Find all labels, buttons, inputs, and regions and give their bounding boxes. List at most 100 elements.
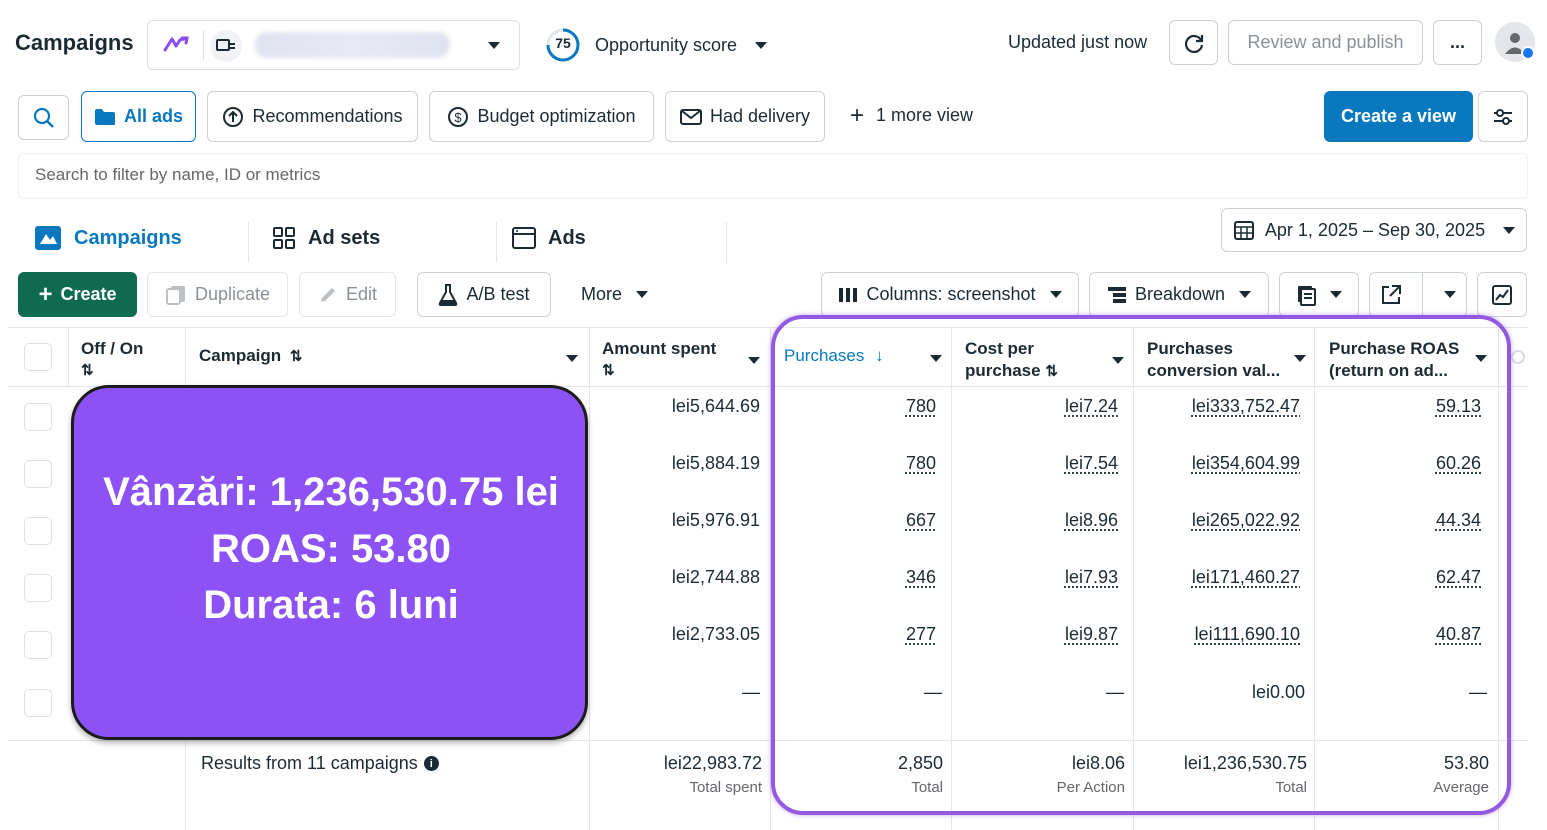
tab-ad-sets[interactable]: Ad sets bbox=[272, 218, 380, 258]
chevron-down-icon bbox=[1443, 291, 1456, 298]
totals-label-text: Results from 11 campaigns bbox=[201, 753, 418, 773]
folder-icon bbox=[94, 108, 116, 126]
view-had-delivery[interactable]: Had delivery bbox=[665, 91, 825, 142]
header-off-on[interactable]: Off / On ⇅ bbox=[81, 338, 143, 382]
overlay-sales-text: Vânzări: 1,236,530.75 lei bbox=[103, 470, 559, 514]
row-checkbox[interactable] bbox=[24, 631, 52, 659]
opportunity-score-value: 75 bbox=[555, 35, 571, 51]
svg-text:$: $ bbox=[455, 110, 463, 125]
sort-icon: ⇅ bbox=[602, 362, 615, 379]
ad-window-icon bbox=[512, 227, 536, 249]
envelope-icon bbox=[679, 108, 702, 126]
view-all-ads[interactable]: All ads bbox=[81, 91, 196, 142]
chevron-down-icon[interactable] bbox=[748, 357, 760, 364]
grid-icon bbox=[272, 226, 296, 250]
export-button[interactable] bbox=[1369, 272, 1467, 317]
overlay-roas-text: ROAS: 53.80 bbox=[210, 527, 452, 571]
tab-ads[interactable]: Ads bbox=[512, 218, 586, 258]
create-button[interactable]: + Create bbox=[18, 272, 137, 317]
more-actions-button[interactable]: More bbox=[581, 284, 649, 305]
chevron-down-icon[interactable] bbox=[488, 42, 500, 49]
ab-test-button[interactable]: A/B test bbox=[417, 272, 551, 317]
more-actions-label: More bbox=[581, 284, 623, 304]
row-checkbox[interactable] bbox=[24, 689, 52, 717]
cell-amount-spent: lei5,976.91 bbox=[671, 510, 760, 530]
cell-amount-spent: lei5,884.19 bbox=[671, 453, 760, 473]
chevron-down-icon bbox=[636, 291, 649, 298]
row-checkbox[interactable] bbox=[24, 574, 52, 602]
edit-label: Edit bbox=[345, 284, 378, 304]
trend-chart-icon bbox=[1491, 284, 1513, 306]
ab-test-label: A/B test bbox=[466, 284, 530, 304]
chevron-down-icon[interactable] bbox=[755, 42, 767, 49]
columns-label: Columns: screenshot bbox=[866, 284, 1036, 304]
tab-label: Ad sets bbox=[308, 226, 381, 249]
arrow-up-circle-icon bbox=[222, 106, 244, 128]
chevron-down-icon bbox=[1503, 226, 1516, 234]
calendar-icon bbox=[1233, 219, 1255, 241]
chevron-down-icon[interactable] bbox=[566, 355, 578, 362]
tab-divider bbox=[248, 222, 249, 262]
search-placeholder: Search to filter by name, ID or metrics bbox=[35, 165, 321, 184]
search-button[interactable] bbox=[18, 95, 69, 140]
cell-amount-spent: lei2,733.05 bbox=[671, 624, 760, 644]
dollar-circle-icon: $ bbox=[447, 106, 469, 128]
header-amount-spent[interactable]: Amount spent ⇅ bbox=[602, 338, 716, 382]
page-title: Campaigns bbox=[15, 30, 134, 55]
view-budget-optimization[interactable]: $ Budget optimization bbox=[429, 91, 654, 142]
flask-icon bbox=[438, 283, 458, 306]
plus-icon: + bbox=[850, 101, 865, 129]
duplicate-button[interactable]: Duplicate bbox=[147, 272, 288, 317]
charts-button[interactable] bbox=[1477, 272, 1527, 317]
view-label: Recommendations bbox=[252, 106, 403, 126]
view-recommendations[interactable]: Recommendations bbox=[207, 91, 418, 142]
view-settings-button[interactable] bbox=[1478, 91, 1528, 142]
row-checkbox[interactable] bbox=[24, 517, 52, 545]
tab-divider bbox=[496, 222, 497, 262]
facebook-badge-icon bbox=[1521, 46, 1535, 60]
sliders-icon bbox=[1492, 108, 1514, 126]
more-options-button[interactable]: ... bbox=[1433, 20, 1482, 65]
meta-ads-icon bbox=[163, 35, 189, 53]
duplicate-label: Duplicate bbox=[194, 284, 271, 304]
edit-button[interactable]: Edit bbox=[299, 272, 396, 317]
sort-icon: ⇅ bbox=[289, 348, 303, 365]
total-amount-spent: lei22,983.72 bbox=[663, 753, 762, 773]
metrics-highlight-frame bbox=[771, 315, 1511, 815]
breakdown-icon bbox=[1107, 286, 1127, 304]
header-campaign[interactable]: Campaign ⇅ bbox=[199, 345, 303, 368]
opportunity-score-label[interactable]: Opportunity score bbox=[595, 35, 737, 56]
create-view-button[interactable]: Create a view bbox=[1324, 91, 1473, 142]
view-label: Budget optimization bbox=[477, 106, 636, 126]
date-range-picker[interactable]: Apr 1, 2025 – Sep 30, 2025 bbox=[1221, 208, 1527, 252]
report-icon bbox=[1296, 284, 1316, 306]
date-range-value: Apr 1, 2025 – Sep 30, 2025 bbox=[1264, 219, 1486, 240]
cell-amount-spent: lei5,644.69 bbox=[671, 396, 760, 416]
select-all-checkbox[interactable] bbox=[24, 343, 52, 371]
refresh-button[interactable] bbox=[1169, 20, 1218, 65]
export-icon bbox=[1380, 284, 1402, 306]
totals-label: Results from 11 campaigns i bbox=[201, 753, 439, 774]
updated-status: Updated just now bbox=[1008, 32, 1148, 52]
reports-button[interactable] bbox=[1279, 272, 1359, 317]
info-icon[interactable]: i bbox=[423, 756, 439, 771]
row-checkbox[interactable] bbox=[24, 460, 52, 488]
header-label: Campaign bbox=[199, 346, 282, 365]
add-column-icon[interactable] bbox=[1511, 350, 1525, 364]
breakdown-label: Breakdown bbox=[1134, 284, 1226, 304]
columns-button[interactable]: Columns: screenshot bbox=[821, 272, 1079, 317]
columns-icon bbox=[838, 287, 858, 303]
row-checkbox[interactable] bbox=[24, 403, 52, 431]
review-publish-button[interactable]: Review and publish bbox=[1228, 20, 1423, 65]
more-views-button[interactable]: + 1 more view bbox=[850, 101, 973, 129]
tab-label: Ads bbox=[548, 226, 586, 249]
create-label: Create bbox=[60, 284, 117, 304]
cell-amount-spent: lei2,744.88 bbox=[671, 567, 760, 587]
sort-icon: ⇅ bbox=[81, 362, 94, 379]
duplicate-icon bbox=[165, 284, 187, 306]
col-divider bbox=[589, 327, 590, 830]
tab-divider bbox=[726, 222, 727, 262]
breakdown-button[interactable]: Breakdown bbox=[1089, 272, 1269, 317]
tab-campaigns[interactable]: Campaigns bbox=[34, 218, 182, 258]
header-label: Amount spent bbox=[602, 339, 717, 358]
